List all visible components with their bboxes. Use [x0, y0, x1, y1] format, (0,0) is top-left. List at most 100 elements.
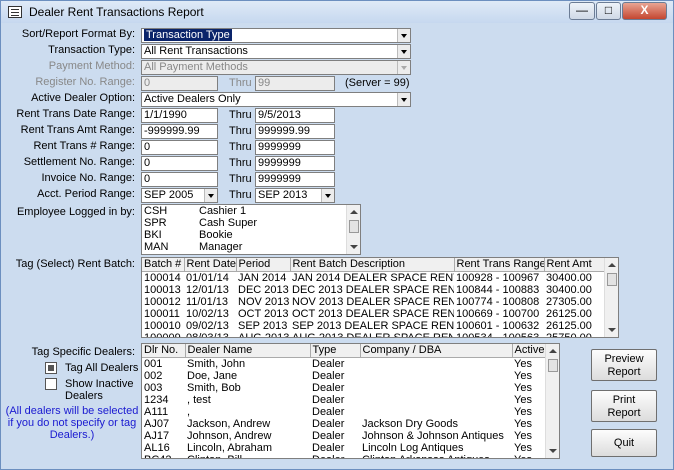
dealer-cell: Dealer — [312, 381, 345, 394]
batch-column-header[interactable]: Period — [236, 258, 291, 272]
employee-row[interactable]: BKI Bookie — [142, 229, 347, 241]
batch-list[interactable]: Batch # Rent Date Period Rent Batch Descrip… — [141, 257, 619, 338]
sort-by-value: Transaction Type — [144, 29, 232, 41]
batch-cell: 100774 - 100808 — [456, 295, 540, 308]
register-range-label: Register No. Range: — [35, 76, 135, 88]
scroll-down-icon — [350, 245, 358, 249]
dealer-cell: Doe, Jane — [187, 369, 238, 382]
employee-name: Cashier 1 — [199, 205, 247, 217]
batch-cell: 30400.00 — [546, 271, 592, 284]
amt-from-input[interactable]: -999999.99 — [141, 124, 218, 139]
scroll-thumb[interactable] — [349, 220, 359, 233]
tag-all-checkbox[interactable] — [45, 362, 57, 374]
batch-cell: OCT 2013 — [238, 307, 289, 320]
dealer-column-header[interactable]: Dlr No. — [142, 344, 186, 358]
employee-row[interactable]: MAN Manager — [142, 241, 347, 253]
chevron-down-icon — [397, 45, 410, 58]
batch-cell: JAN 2014 — [238, 271, 287, 284]
dealer-cell: Yes — [512, 454, 546, 459]
chevron-down-icon — [397, 61, 410, 74]
batch-column-header[interactable]: Rent Trans Range — [454, 258, 545, 272]
batch-column-header[interactable]: Rent Batch Description — [290, 258, 455, 272]
batch-cell: SEP 2013 — [238, 319, 288, 332]
dealer-row[interactable]: AJ07 Jackson, Andrew Dealer Jackson Dry Goo… — [142, 418, 546, 430]
dealer-row[interactable]: 001 Smith, John Dealer Yes — [142, 357, 546, 370]
preview-report-button[interactable]: Preview Report — [591, 349, 657, 381]
active-dealer-select[interactable]: Active Dealers Only — [141, 92, 411, 107]
dealer-cell: Dealer — [312, 369, 345, 382]
dealer-row[interactable]: BC42Clinton, BillDealerClinton Arkansas … — [142, 454, 546, 459]
dealer-column-header[interactable]: Type — [310, 344, 361, 358]
date-range-label: Rent Trans Date Range: — [16, 108, 135, 120]
scroll-thumb[interactable] — [607, 273, 617, 286]
batch-column-header[interactable]: Rent Date — [184, 258, 237, 272]
dealer-row[interactable]: 002 Doe, Jane Dealer Yes — [142, 370, 546, 382]
batch-cell: 27305.00 — [546, 295, 592, 308]
dealer-cell: , test — [187, 393, 211, 406]
settle-to-input[interactable]: 9999999 — [255, 156, 335, 171]
invoice-from-input[interactable]: 0 — [141, 172, 218, 187]
batch-cell: 100011 — [144, 307, 180, 320]
thru-label: Thru — [229, 141, 252, 153]
employee-row[interactable]: CSH Cashier 1 — [142, 205, 347, 217]
dealer-column-header[interactable]: Company / DBA — [360, 344, 513, 358]
dealer-row[interactable]: 1234 , test Dealer Yes — [142, 394, 546, 406]
amt-to-input[interactable]: 999999.99 — [255, 124, 335, 139]
dealer-column-header[interactable]: Active — [512, 344, 547, 358]
trans-type-label: Transaction Type: — [48, 44, 135, 56]
period-to-value: SEP 2013 — [258, 189, 308, 201]
batch-row[interactable]: 100014 01/01/14 JAN 2014 JAN 2014 DEALER SP… — [142, 271, 605, 284]
dealer-cell: Smith, Bob — [187, 381, 241, 394]
tag-all-label: Tag All Dealers — [65, 362, 139, 374]
sort-by-select[interactable]: Transaction Type — [141, 28, 411, 43]
dealer-row[interactable]: AL16 Lincoln, Abraham Dealer Lincoln Log An… — [142, 442, 546, 454]
print-report-button[interactable]: Print Report — [591, 390, 657, 422]
thru-label: Thru — [229, 77, 252, 89]
trans-from-input[interactable]: 0 — [141, 140, 218, 155]
dealer-cell: Dealer — [312, 357, 345, 370]
dealer-cell — [360, 382, 512, 394]
scroll-thumb[interactable] — [548, 359, 558, 372]
batch-row[interactable]: 100013 12/01/13 DEC 2013 DEC 2013 DEALER SP… — [142, 284, 605, 296]
scroll-up-icon — [608, 263, 616, 267]
batch-row[interactable]: 100011 10/02/13 OCT 2013 OCT 2013 DEALER SP… — [142, 308, 605, 320]
close-button[interactable]: X — [622, 2, 667, 20]
batch-column-header[interactable]: Rent Amt — [544, 258, 606, 272]
batch-column-header[interactable]: Batch # — [142, 258, 185, 272]
tag-batch-label: Tag (Select) Rent Batch: — [15, 258, 135, 270]
employee-list[interactable]: CSH Cashier 1 SPR Cash Super BKI Bookie MAN Man… — [141, 204, 361, 255]
date-to-input[interactable]: 9/5/2013 — [255, 108, 335, 123]
dealer-cell: Yes — [514, 357, 532, 370]
thru-label: Thru — [229, 157, 252, 169]
date-from-input[interactable]: 1/1/1990 — [141, 108, 218, 123]
settle-from-input[interactable]: 0 — [141, 156, 218, 171]
period-from-select[interactable]: SEP 2005 — [141, 188, 218, 203]
batch-row[interactable]: 100012 11/01/13 NOV 2013 NOV 2013 DEALER SP… — [142, 296, 605, 308]
dealer-scrollbar[interactable] — [545, 344, 559, 458]
dealer-column-header[interactable]: Dealer Name — [185, 344, 311, 358]
quit-button[interactable]: Quit — [591, 429, 657, 457]
batch-cell: 10/02/13 — [186, 307, 229, 320]
scroll-down-icon — [608, 328, 616, 332]
batch-scrollbar[interactable] — [604, 258, 618, 337]
invoice-to-input[interactable]: 9999999 — [255, 172, 335, 187]
batch-row[interactable]: 100009 08/03/13 AUG 2013 AUG 2013 DEALER SP… — [142, 332, 605, 338]
dealer-cell: Jackson, Andrew — [187, 417, 271, 430]
maximize-button[interactable]: □ — [596, 2, 621, 20]
chevron-down-icon — [397, 29, 410, 42]
chevron-down-icon — [397, 93, 410, 106]
trans-to-input[interactable]: 9999999 — [255, 140, 335, 155]
dealer-list[interactable]: Dlr No. Dealer Name Type Company / DBA Activ… — [141, 343, 560, 459]
employee-scrollbar[interactable] — [346, 205, 360, 254]
show-inactive-checkbox[interactable] — [45, 378, 57, 390]
minimize-button[interactable]: — — [569, 2, 595, 20]
dealer-row[interactable]: A111, Dealer Yes — [142, 406, 546, 418]
trans-type-select[interactable]: All Rent Transactions — [141, 44, 411, 59]
dealer-cell: 003 — [144, 381, 163, 394]
batch-row[interactable]: 100010 09/02/13 SEP 2013 SEP 2013 DEALER SP… — [142, 320, 605, 332]
dealer-row[interactable]: 003 Smith, Bob Dealer Yes — [142, 382, 546, 394]
period-to-select[interactable]: SEP 2013 — [255, 188, 335, 203]
dealer-row[interactable]: AJ17 Johnson, Andrew Dealer Johnson & Johns… — [142, 430, 546, 442]
dealer-cell: Clinton, Bill — [185, 454, 310, 459]
employee-row[interactable]: SPR Cash Super — [142, 217, 347, 229]
